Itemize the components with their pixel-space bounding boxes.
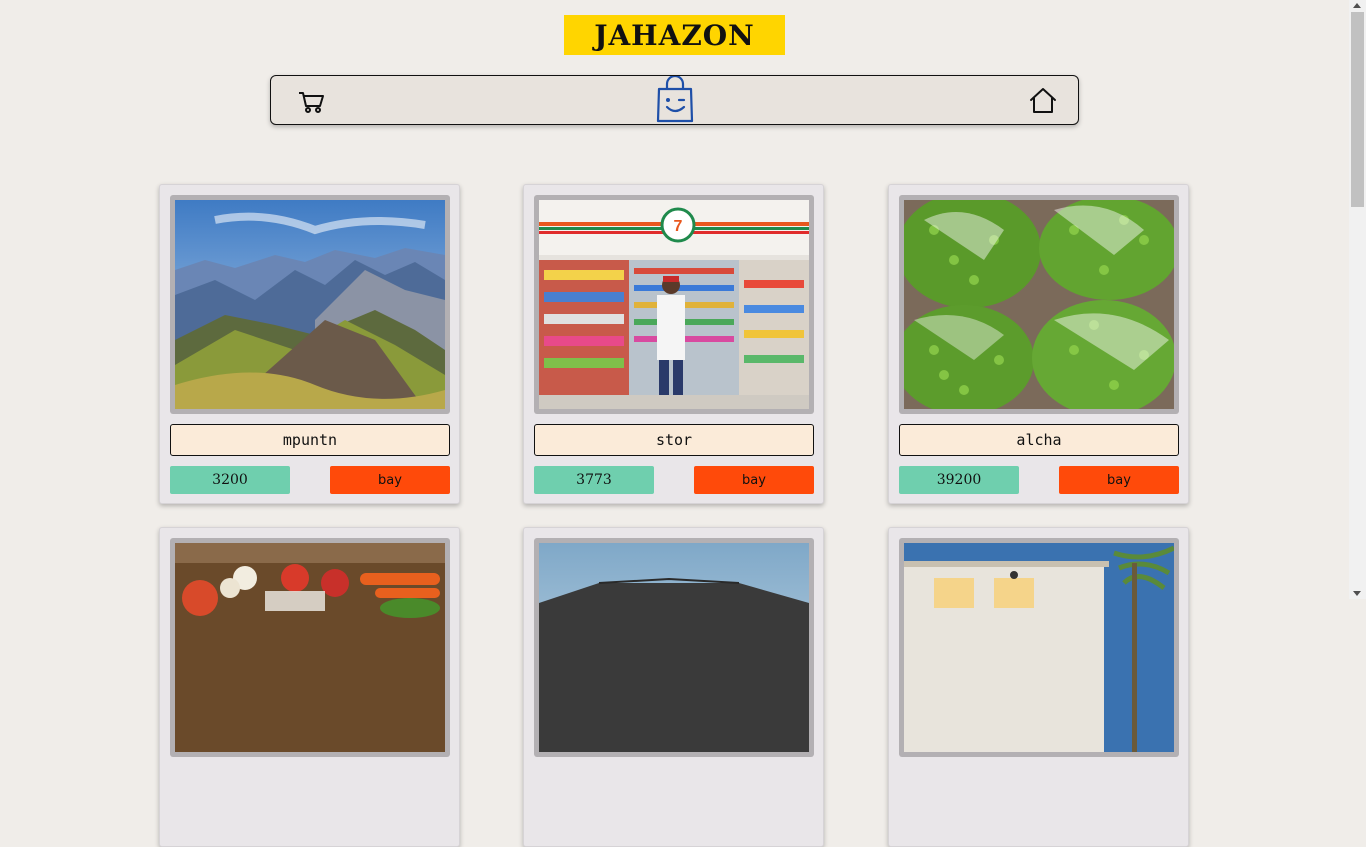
product-card: alcha 39200 bay	[888, 184, 1189, 504]
green-peas-in-bags-photo[interactable]	[904, 200, 1174, 409]
vegetables-on-table-photo[interactable]	[175, 543, 445, 752]
brand-logo: JAHAZON	[564, 15, 785, 55]
product-name: alcha	[899, 424, 1179, 456]
buy-button[interactable]: bay	[1059, 466, 1179, 494]
product-card	[523, 527, 824, 847]
scrollbar-thumb[interactable]	[1351, 12, 1364, 207]
home-icon[interactable]	[1026, 84, 1060, 118]
product-image-frame	[899, 538, 1179, 757]
vertical-scrollbar[interactable]	[1349, 0, 1366, 599]
product-image-frame	[170, 538, 450, 757]
svg-text:7: 7	[674, 218, 683, 235]
product-image-frame: 7	[534, 195, 814, 414]
product-image-frame	[899, 195, 1179, 414]
product-name: stor	[534, 424, 814, 456]
scroll-up-arrow-icon[interactable]	[1353, 3, 1361, 8]
top-navbar	[270, 74, 1079, 125]
smiling-shopping-bag-icon[interactable]	[655, 74, 695, 124]
buy-button[interactable]: bay	[694, 466, 814, 494]
product-card: 7 stor 3773 bay	[523, 184, 824, 504]
house-exterior-photo[interactable]	[539, 543, 809, 752]
product-card	[159, 527, 460, 847]
convenience-store-interior-photo[interactable]: 7	[539, 200, 809, 409]
cart-icon[interactable]	[295, 84, 329, 118]
product-price: 39200	[899, 466, 1019, 494]
villa-with-palm-photo[interactable]	[904, 543, 1174, 752]
product-price: 3200	[170, 466, 290, 494]
product-card: mpuntn 3200 bay	[159, 184, 460, 504]
product-card	[888, 527, 1189, 847]
product-price: 3773	[534, 466, 654, 494]
product-image-frame	[534, 538, 814, 757]
scroll-down-arrow-icon[interactable]	[1353, 591, 1361, 596]
buy-button[interactable]: bay	[330, 466, 450, 494]
product-image-frame	[170, 195, 450, 414]
product-name: mpuntn	[170, 424, 450, 456]
mountain-landscape-photo[interactable]	[175, 200, 445, 409]
